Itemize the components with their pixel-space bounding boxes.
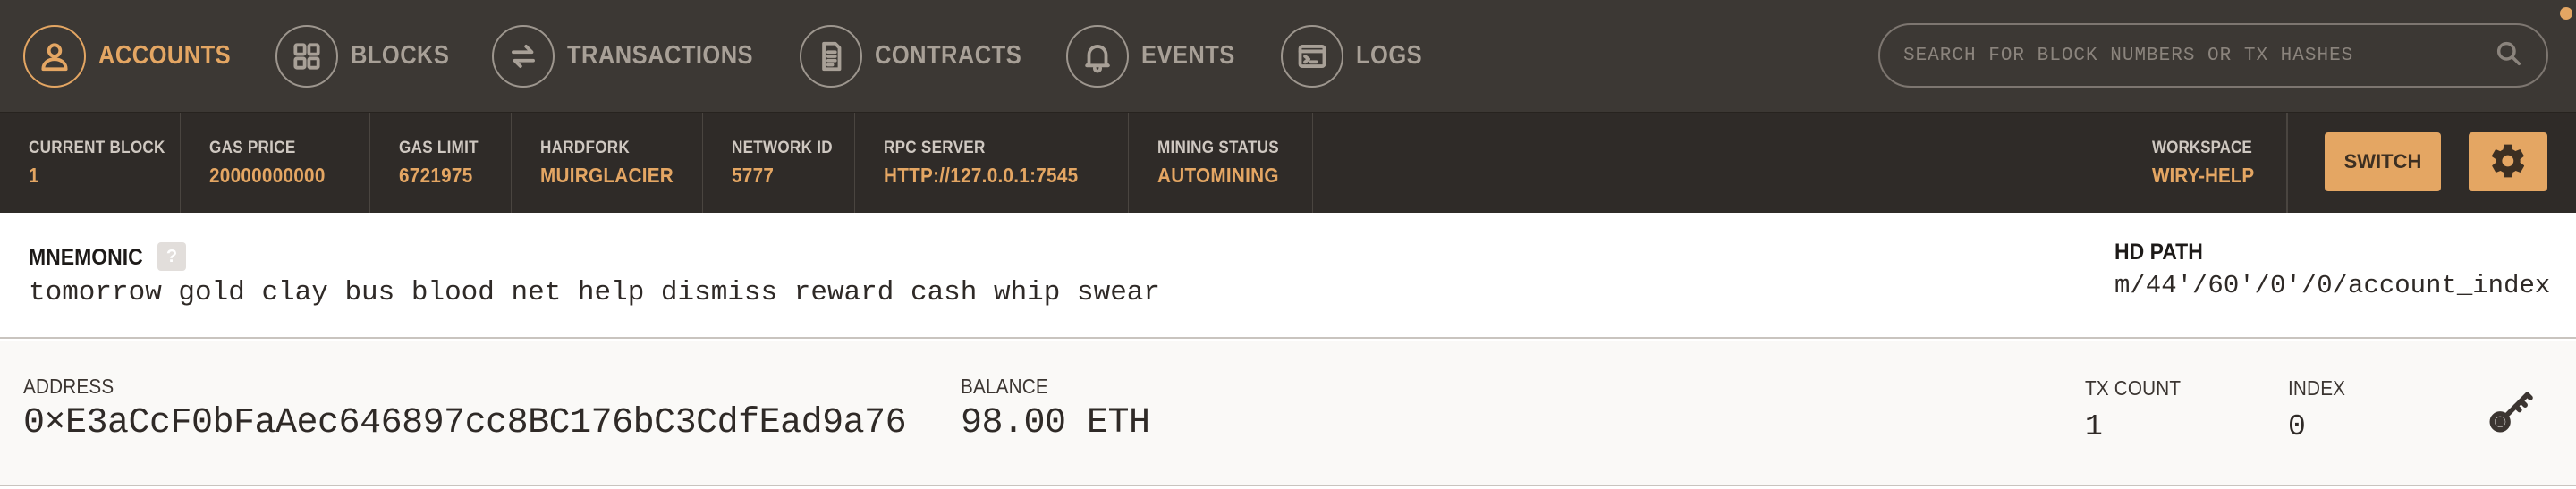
stat-mining-status: MINING STATUS AUTOMINING: [1129, 113, 1313, 214]
key-icon[interactable]: [2487, 385, 2537, 435]
nav-tab-label: ACCOUNTS: [98, 41, 232, 70]
nav-tab-accounts[interactable]: ACCOUNTS: [23, 0, 249, 112]
index-value: 0: [2288, 410, 2306, 443]
stat-label: RPC SERVER: [884, 139, 986, 157]
tx-count-label: TX COUNT: [2085, 376, 2182, 400]
nav-tab-label: BLOCKS: [351, 41, 450, 70]
stat-label: MINING STATUS: [1157, 139, 1279, 157]
blocks-icon: [275, 24, 338, 88]
stat-hardfork: HARDFORK MUIRGLACIER: [512, 113, 703, 214]
hd-path-value: m/44'/60'/0'/0/account_index: [2114, 271, 2551, 300]
nav-tab-logs[interactable]: LOGS: [1281, 0, 1431, 112]
stat-gas-price: GAS PRICE 20000000000: [181, 113, 370, 214]
stat-rpc-server: RPC SERVER HTTP://127.0.0.1:7545: [855, 113, 1129, 214]
divider: [2286, 113, 2288, 214]
notification-dot: [2560, 7, 2572, 20]
status-bar: CURRENT BLOCK 1 GAS PRICE 20000000000 GA…: [0, 112, 2576, 214]
stat-current-block: CURRENT BLOCK 1: [0, 113, 181, 214]
bell-icon: [1066, 24, 1129, 88]
transactions-icon: [492, 24, 555, 88]
stat-value: 6721975: [399, 164, 473, 187]
account-icon: [23, 24, 86, 88]
stat-label: GAS PRICE: [209, 139, 296, 157]
nav-tab-contracts[interactable]: CONTRACTS: [800, 0, 1042, 112]
balance-label: BALANCE: [961, 375, 1048, 398]
stat-label: CURRENT BLOCK: [29, 139, 165, 157]
tx-count-value: 1: [2085, 410, 2103, 443]
nav-tab-transactions[interactable]: TRANSACTIONS: [492, 0, 778, 112]
nav-tab-label: EVENTS: [1141, 41, 1235, 70]
contracts-icon: [800, 24, 862, 88]
stat-value: AUTOMINING: [1157, 164, 1279, 187]
index-label: INDEX: [2288, 376, 2346, 400]
terminal-icon: [1281, 24, 1343, 88]
address-value: 0×E3aCcF0bFaAec646897cc8BC176bC3CdfEad9a…: [23, 403, 907, 443]
account-row[interactable]: ADDRESS 0×E3aCcF0bFaAec646897cc8BC176bC3…: [0, 341, 2576, 486]
address-label: ADDRESS: [23, 375, 114, 398]
mnemonic-phrase: tomorrow gold clay bus blood net help di…: [29, 277, 1161, 308]
mnemonic-title: MNEMONIC: [29, 245, 143, 270]
stat-value: WIRY-HELP: [2152, 164, 2255, 187]
stat-value: 20000000000: [209, 164, 326, 187]
stat-label: NETWORK ID: [732, 139, 833, 157]
stat-label: GAS LIMIT: [399, 139, 479, 157]
stat-label: WORKSPACE: [2152, 139, 2252, 157]
nav-tab-label: CONTRACTS: [875, 41, 1022, 70]
hd-path-title: HD PATH: [2114, 240, 2203, 265]
search-input[interactable]: [1903, 45, 2495, 66]
nav-tab-blocks[interactable]: BLOCKS: [275, 0, 462, 112]
stat-value: 1: [29, 164, 39, 187]
stat-network-id: NETWORK ID 5777: [703, 113, 855, 214]
stat-gas-limit: GAS LIMIT 6721975: [370, 113, 512, 214]
search-bar: [1878, 23, 2548, 88]
search-icon[interactable]: [2495, 39, 2523, 72]
stat-label: HARDFORK: [540, 139, 631, 157]
stat-value: MUIRGLACIER: [540, 164, 674, 187]
settings-button[interactable]: [2469, 132, 2547, 191]
nav-tab-label: LOGS: [1356, 41, 1423, 70]
stat-value: HTTP://127.0.0.1:7545: [884, 164, 1079, 187]
nav-tab-label: TRANSACTIONS: [567, 41, 754, 70]
switch-workspace-button[interactable]: SWITCH: [2325, 132, 2441, 191]
mnemonic-panel: MNEMONIC ? tomorrow gold clay bus blood …: [0, 213, 2576, 339]
balance-value: 98.00 ETH: [961, 403, 1150, 443]
gear-icon: [2488, 141, 2528, 183]
top-navigation: ACCOUNTS BLOCKS TRANSACTIONS CONTRACTS E…: [0, 0, 2576, 112]
nav-tab-events[interactable]: EVENTS: [1066, 0, 1248, 112]
stat-workspace: WORKSPACE WIRY-HELP: [2152, 113, 2266, 214]
help-icon[interactable]: ?: [157, 242, 186, 271]
stat-value: 5777: [732, 164, 775, 187]
